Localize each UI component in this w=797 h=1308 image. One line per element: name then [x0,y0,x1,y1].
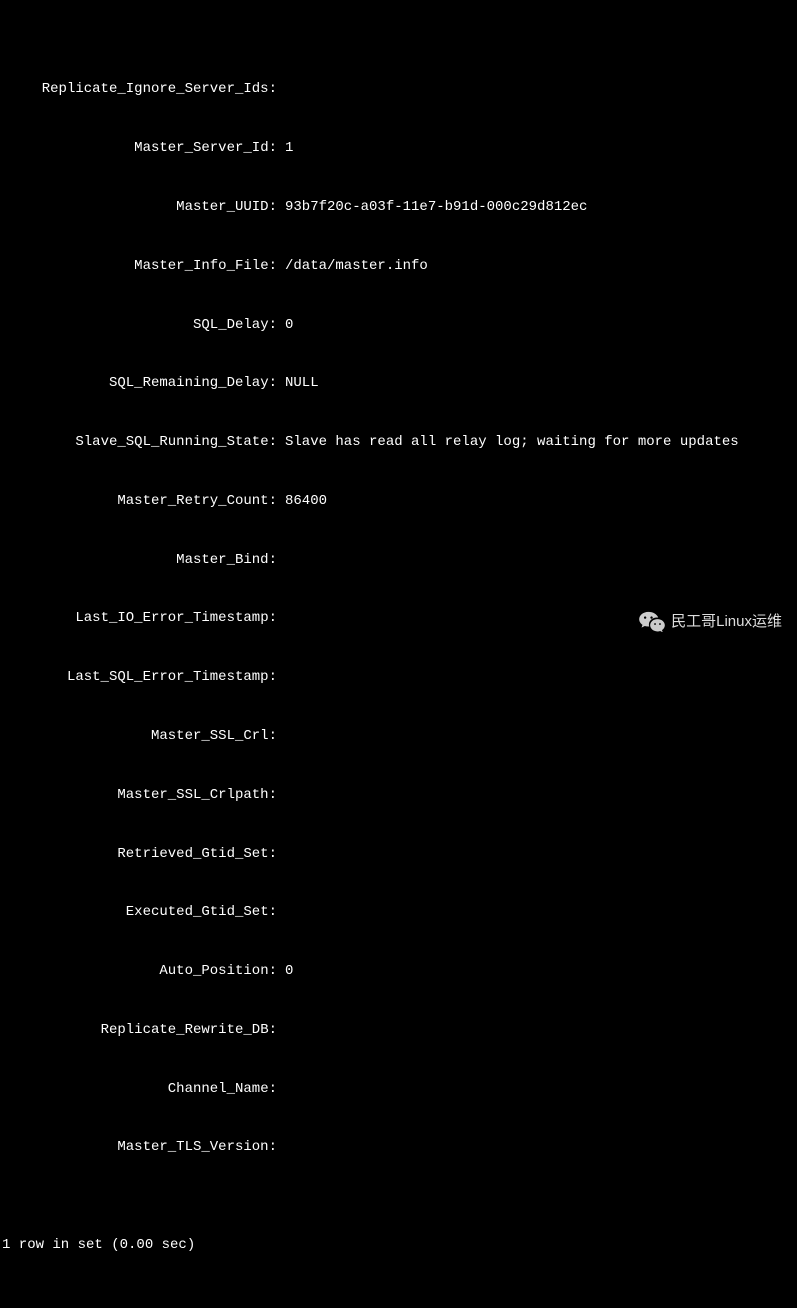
status-value: 1 [277,139,293,159]
status-row: Channel_Name: [2,1080,795,1100]
status-row: Master_Retry_Count:86400 [2,492,795,512]
status-row: Master_UUID:93b7f20c-a03f-11e7-b91d-000c… [2,198,795,218]
status-label: Last_SQL_Error_Timestamp: [2,668,277,688]
wechat-icon [639,610,665,632]
status-row: Auto_Position:0 [2,962,795,982]
status-label: Master_Info_File: [2,257,277,277]
status-row: Replicate_Ignore_Server_Ids: [2,80,795,100]
status-value [277,845,285,865]
status-value [277,668,285,688]
watermark: 民工哥Linux运维 [639,610,782,632]
status-label: Last_IO_Error_Timestamp: [2,609,277,629]
status-row: Master_Bind: [2,551,795,571]
status-row: Master_SSL_Crlpath: [2,786,795,806]
status-row: Last_SQL_Error_Timestamp: [2,668,795,688]
status-label: Master_Server_Id: [2,139,277,159]
status-row: Slave_SQL_Running_State:Slave has read a… [2,433,795,453]
status-label: Executed_Gtid_Set: [2,903,277,923]
status-value [277,903,285,923]
status-row: Master_Info_File:/data/master.info [2,257,795,277]
status-row: Replicate_Rewrite_DB: [2,1021,795,1041]
row-count-result: 1 row in set (0.00 sec) [2,1236,795,1256]
watermark-text: 民工哥Linux运维 [671,611,782,632]
status-label: Master_Retry_Count: [2,492,277,512]
status-value: 0 [277,316,293,336]
status-label: Master_SSL_Crlpath: [2,786,277,806]
status-row: Retrieved_Gtid_Set: [2,845,795,865]
status-row: Executed_Gtid_Set: [2,903,795,923]
status-value [277,727,285,747]
status-value [277,786,285,806]
status-label: Channel_Name: [2,1080,277,1100]
status-label: SQL_Remaining_Delay: [2,374,277,394]
status-label: Auto_Position: [2,962,277,982]
status-value [277,1021,285,1041]
status-row: SQL_Remaining_Delay:NULL [2,374,795,394]
status-value: Slave has read all relay log; waiting fo… [277,433,739,453]
status-row: Master_SSL_Crl: [2,727,795,747]
status-value [277,80,285,100]
status-value: 86400 [277,492,327,512]
terminal-output: Replicate_Ignore_Server_Ids: Master_Serv… [2,2,795,1308]
status-label: Replicate_Rewrite_DB: [2,1021,277,1041]
status-value: 93b7f20c-a03f-11e7-b91d-000c29d812ec [277,198,587,218]
status-value: 0 [277,962,293,982]
status-value [277,551,285,571]
status-row: SQL_Delay:0 [2,316,795,336]
status-value [277,609,285,629]
status-label: Retrieved_Gtid_Set: [2,845,277,865]
status-row: Master_Server_Id:1 [2,139,795,159]
status-value: NULL [277,374,319,394]
status-value: /data/master.info [277,257,428,277]
status-label: Replicate_Ignore_Server_Ids: [2,80,277,100]
status-label: Master_TLS_Version: [2,1138,277,1158]
status-label: Master_Bind: [2,551,277,571]
status-label: Master_SSL_Crl: [2,727,277,747]
status-value [277,1080,285,1100]
status-label: Master_UUID: [2,198,277,218]
status-label: SQL_Delay: [2,316,277,336]
status-row: Master_TLS_Version: [2,1138,795,1158]
status-label: Slave_SQL_Running_State: [2,433,277,453]
blank-line [2,1295,795,1308]
status-value [277,1138,285,1158]
